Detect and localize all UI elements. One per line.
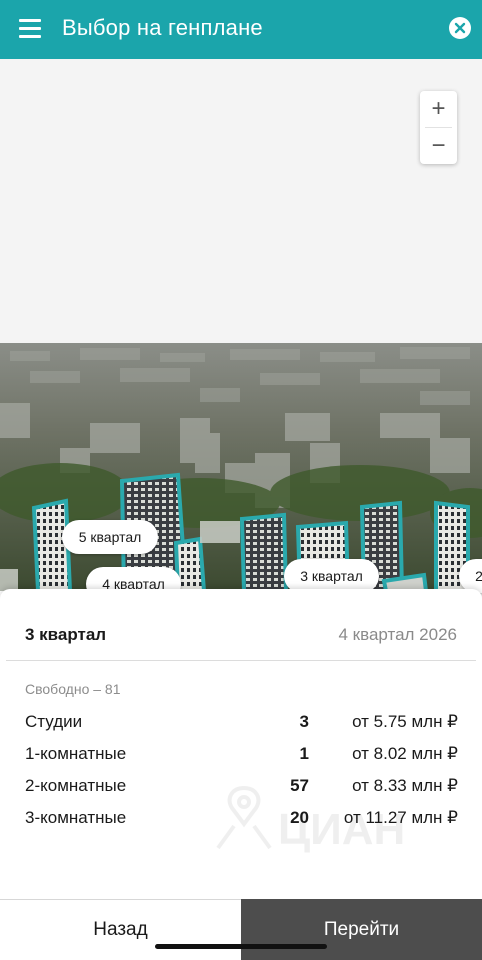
go-button[interactable]: Перейти (241, 899, 482, 960)
map-area[interactable] (0, 59, 482, 343)
completion-date: 4 квартал 2026 (338, 625, 457, 644)
free-count-label: Свободно – 81 (25, 681, 121, 697)
apartment-price: от 8.02 млн ₽ (352, 744, 458, 763)
footer-actions: Назад Перейти (0, 899, 482, 960)
page-title: Выбор на генплане (62, 15, 263, 40)
zoom-in-button[interactable]: + (420, 91, 457, 127)
apartment-row[interactable]: Студии 3 от 5.75 млн ₽ (25, 708, 458, 740)
apartment-row[interactable]: 1-комнатные 1 от 8.02 млн ₽ (25, 740, 458, 772)
close-icon[interactable] (449, 17, 471, 39)
apartment-count: 1 (299, 744, 309, 763)
back-button[interactable]: Назад (0, 899, 241, 960)
sheet-header: 3 квартал 4 квартал 2026 (25, 625, 457, 645)
divider (6, 660, 476, 661)
genplan-photo[interactable] (0, 343, 482, 591)
zoom-control: + − (420, 91, 457, 164)
hamburger-menu-icon[interactable] (19, 19, 41, 39)
pin-kvartal-5[interactable]: 5 квартал (62, 520, 158, 554)
apartment-type: Студии (25, 712, 83, 731)
apartment-count: 3 (299, 712, 309, 731)
app-header: Выбор на генплане (0, 0, 482, 59)
apartment-price: от 5.75 млн ₽ (352, 712, 458, 731)
apartment-type: 3-комнатные (25, 808, 127, 827)
zoom-out-button[interactable]: − (420, 128, 457, 164)
pin-kvartal-3[interactable]: 3 квартал (284, 559, 379, 593)
apartment-type: 2-комнатные (25, 776, 127, 795)
svg-text:ЦИАН: ЦИАН (278, 805, 405, 854)
home-indicator[interactable] (155, 944, 327, 949)
kvartal-name: 3 квартал (25, 625, 107, 644)
apartment-type: 1-комнатные (25, 744, 127, 763)
cian-watermark-logo: ЦИАН (216, 785, 405, 854)
